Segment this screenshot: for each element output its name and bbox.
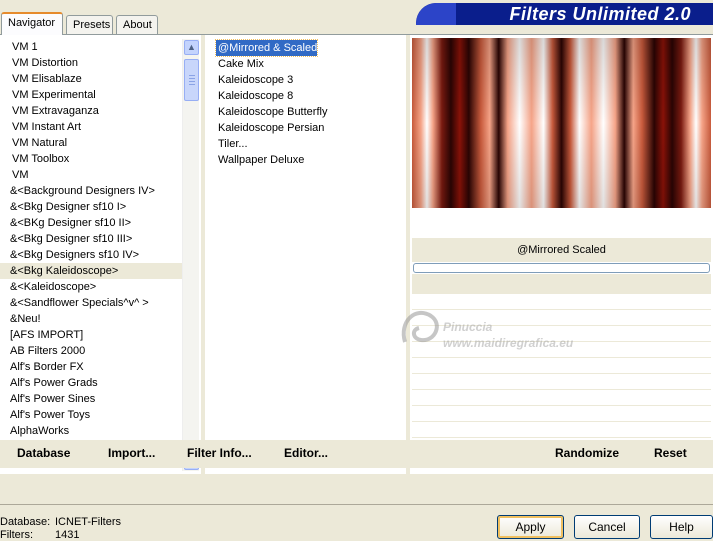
filter-list[interactable]: @Mirrored & Scaled Cake Mix Kaleidoscope 3…: [214, 39, 401, 168]
parameter-row[interactable]: [412, 374, 711, 390]
panel-divider: [406, 35, 410, 475]
database-button[interactable]: Database: [17, 446, 70, 460]
category-item[interactable]: AB Filters 2000: [0, 343, 182, 359]
editor-button[interactable]: Editor...: [284, 446, 328, 460]
scroll-up-arrow-icon[interactable]: ▲: [184, 40, 199, 55]
filter-row[interactable]: Kaleidoscope Butterfly: [216, 104, 401, 120]
parameter-row[interactable]: [412, 390, 711, 406]
filter-item[interactable]: Kaleidoscope Butterfly: [216, 104, 327, 120]
action-link-bar: Database Import... Filter Info... Editor…: [0, 440, 713, 468]
parameter-row[interactable]: [412, 326, 711, 342]
category-item[interactable]: VM Natural: [0, 135, 182, 151]
category-item[interactable]: &<Kaleidoscope>: [0, 279, 182, 295]
parameter-row[interactable]: [412, 422, 711, 438]
filter-row[interactable]: @Mirrored & Scaled: [214, 39, 401, 57]
category-item[interactable]: &<Bkg Designer sf10 I>: [0, 199, 182, 215]
preview-image: [412, 38, 711, 208]
category-list[interactable]: VM 1 VM Distortion VM Elisablaze VM Experim…: [0, 39, 182, 473]
app-title: Filters Unlimited 2.0: [509, 4, 691, 24]
category-item[interactable]: Alf's Power Sines: [0, 391, 182, 407]
category-item[interactable]: VM Extravaganza: [0, 103, 182, 119]
grip-line: [189, 81, 195, 82]
category-item[interactable]: &<Bkg Kaleidoscope>: [0, 263, 182, 279]
tab-label: About: [123, 19, 152, 31]
control-header: [412, 274, 711, 294]
category-item[interactable]: &<Background Designers IV>: [0, 183, 182, 199]
filter-item[interactable]: Kaleidoscope 8: [216, 88, 293, 104]
grip-line: [189, 84, 195, 85]
tab-navigator[interactable]: Navigator: [1, 12, 63, 35]
parameter-row[interactable]: [412, 310, 711, 326]
footer-divider: [0, 504, 713, 505]
grip-line: [189, 78, 195, 79]
filter-info-button[interactable]: Filter Info...: [187, 446, 252, 460]
category-item[interactable]: &<BKg Designer sf10 II>: [0, 215, 182, 231]
category-item[interactable]: VM Distortion: [0, 55, 182, 71]
filter-item[interactable]: Tiler...: [216, 136, 248, 152]
preview-filter-name: @Mirrored Scaled: [412, 238, 711, 262]
category-item[interactable]: Alf's Border FX: [0, 359, 182, 375]
category-item[interactable]: VM 1: [0, 39, 182, 55]
category-item[interactable]: VM Elisablaze: [0, 71, 182, 87]
category-item[interactable]: Alf's Power Grads: [0, 375, 182, 391]
category-item[interactable]: &<Sandflower Specials^v^ >: [0, 295, 182, 311]
tab-label: Presets: [73, 19, 111, 31]
randomize-button[interactable]: Randomize: [555, 446, 619, 460]
filter-row[interactable]: Tiler...: [216, 136, 401, 152]
progress-bar: [413, 263, 710, 273]
filter-row[interactable]: Kaleidoscope 3: [216, 72, 401, 88]
reset-button[interactable]: Reset: [654, 446, 687, 460]
filters-count: 1431: [55, 529, 80, 541]
filter-row[interactable]: Cake Mix: [216, 56, 401, 72]
filter-row[interactable]: Kaleidoscope 8: [216, 88, 401, 104]
database-label: Database:: [0, 516, 51, 528]
category-item[interactable]: &<Bkg Designers sf10 IV>: [0, 247, 182, 263]
tab-label: Navigator: [8, 17, 56, 29]
cancel-button[interactable]: Cancel: [574, 515, 640, 539]
parameter-row[interactable]: [412, 406, 711, 422]
filter-item[interactable]: Kaleidoscope Persian: [216, 120, 324, 136]
apply-button[interactable]: Apply: [497, 515, 564, 539]
filter-item[interactable]: @Mirrored & Scaled: [214, 39, 319, 57]
filter-item[interactable]: Wallpaper Deluxe: [216, 152, 304, 168]
category-scrollbar[interactable]: ▲ ▼: [182, 39, 199, 471]
panel-divider: [201, 35, 205, 475]
filters-info: Filters: 1431: [0, 529, 79, 541]
category-item[interactable]: [AFS IMPORT]: [0, 327, 182, 343]
parameter-row[interactable]: [412, 358, 711, 374]
category-item[interactable]: &<Bkg Designer sf10 III>: [0, 231, 182, 247]
preview-graphic: [412, 38, 711, 208]
database-value: ICNET-Filters: [55, 516, 121, 528]
category-item[interactable]: VM: [0, 167, 182, 183]
category-item[interactable]: VM Instant Art: [0, 119, 182, 135]
filter-item[interactable]: Kaleidoscope 3: [216, 72, 293, 88]
tab-about[interactable]: About: [116, 15, 158, 35]
parameter-rows: [412, 294, 711, 438]
category-item[interactable]: Alf's Power Toys: [0, 407, 182, 423]
filters-label: Filters:: [0, 529, 33, 541]
scrollbar-thumb[interactable]: [184, 59, 199, 101]
filter-row[interactable]: Kaleidoscope Persian: [216, 120, 401, 136]
filter-item[interactable]: Cake Mix: [216, 56, 264, 72]
title-banner: Filters Unlimited 2.0: [416, 3, 713, 25]
category-item[interactable]: VM Toolbox: [0, 151, 182, 167]
category-item[interactable]: &Neu!: [0, 311, 182, 327]
import-button[interactable]: Import...: [108, 446, 155, 460]
category-item[interactable]: VM Experimental: [0, 87, 182, 103]
tab-presets[interactable]: Presets: [66, 15, 113, 35]
parameter-row[interactable]: [412, 294, 711, 310]
category-item[interactable]: AlphaWorks: [0, 423, 182, 439]
help-button[interactable]: Help: [650, 515, 713, 539]
parameter-row[interactable]: [412, 342, 711, 358]
grip-line: [189, 75, 195, 76]
database-info: Database: ICNET-Filters: [0, 516, 121, 528]
filter-row[interactable]: Wallpaper Deluxe: [216, 152, 401, 168]
